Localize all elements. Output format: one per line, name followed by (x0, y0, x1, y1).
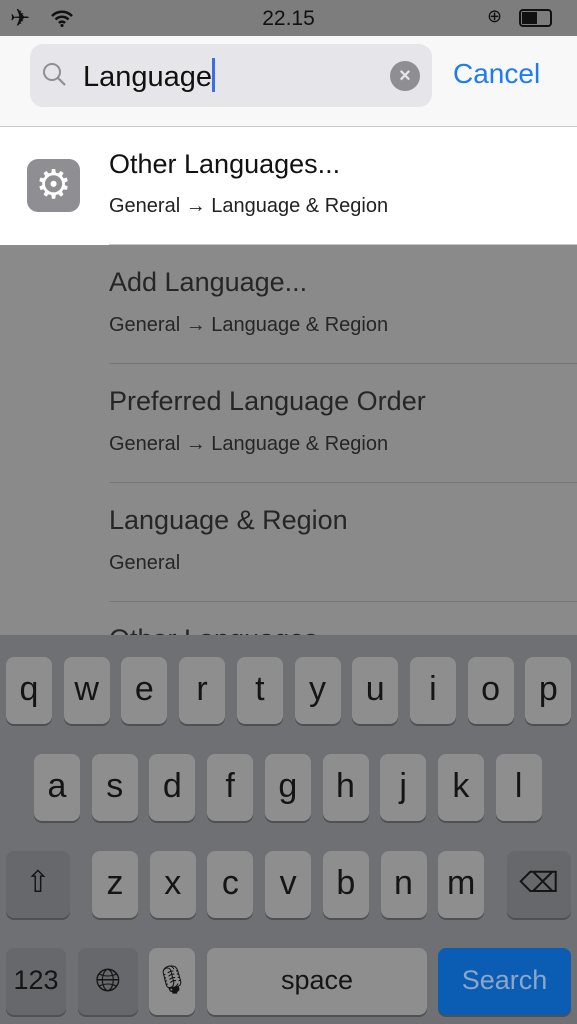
search-header: Language × Cancel (0, 36, 577, 127)
key-w[interactable]: w (63, 657, 110, 724)
key-r[interactable]: r (179, 657, 226, 724)
key-l[interactable]: l (495, 754, 542, 821)
key-h[interactable]: h (322, 754, 369, 821)
key-k[interactable]: k (437, 754, 484, 821)
result-title: Add Language... (109, 267, 308, 297)
key-b[interactable]: b (322, 851, 369, 918)
microphone-icon[interactable]: 🎙︎ (149, 948, 195, 1015)
search-icon (43, 63, 66, 86)
key-z[interactable]: z (92, 851, 138, 918)
key-f[interactable]: f (207, 754, 254, 821)
search-input[interactable]: Language × (30, 44, 432, 107)
key-i[interactable]: i (409, 657, 456, 724)
key-p[interactable]: p (525, 657, 572, 724)
clear-icon[interactable]: × (390, 61, 420, 91)
result-path: General → Language & Region (109, 195, 389, 217)
key-g[interactable]: g (264, 754, 311, 821)
result-title: Language & Region (109, 505, 348, 535)
key-y[interactable]: y (294, 657, 341, 724)
result-title: Other Languages... (109, 149, 341, 179)
cancel-button[interactable]: Cancel (453, 58, 540, 90)
delete-key[interactable]: ⌫ (507, 851, 571, 918)
text-caret (212, 58, 216, 92)
search-query: Language (83, 61, 213, 93)
key-v[interactable]: v (265, 851, 312, 918)
result-title: Preferred Language Order (109, 386, 426, 416)
key-d[interactable]: d (149, 754, 196, 821)
status-bar: ✈ 22.15 ⊕ (0, 0, 577, 36)
key-q[interactable]: q (6, 657, 52, 724)
key-u[interactable]: u (352, 657, 399, 724)
key-j[interactable]: j (380, 754, 427, 821)
shift-key[interactable]: ⇧ (6, 851, 70, 918)
settings-gear-icon: ⚙ (27, 159, 80, 212)
result-path: General → Language & Region (109, 433, 389, 455)
space-key[interactable]: space (207, 948, 427, 1015)
search-result[interactable]: Language & Region General (0, 483, 577, 602)
result-path: General (109, 552, 181, 574)
key-x[interactable]: x (149, 851, 196, 918)
result-path: General → Language & Region (109, 314, 389, 336)
key-t[interactable]: t (236, 657, 283, 724)
search-result[interactable]: ⚙ Other Languages... General → Language … (0, 127, 577, 245)
key-m[interactable]: m (438, 851, 485, 918)
keyboard: qwertyuiop asdfghjkl zxcvbnm ⇧ ⌫ 123 🌐︎ 🎙︎… (0, 635, 577, 1024)
key-o[interactable]: o (467, 657, 514, 724)
key-e[interactable]: e (121, 657, 168, 724)
key-c[interactable]: c (207, 851, 254, 918)
key-a[interactable]: a (34, 754, 80, 821)
key-n[interactable]: n (380, 851, 427, 918)
numbers-key[interactable]: 123 (6, 948, 66, 1015)
search-result[interactable]: Preferred Language Order General → Langu… (0, 364, 577, 483)
key-s[interactable]: s (91, 754, 138, 821)
rotation-lock-icon: ⊕ (487, 6, 503, 26)
search-result[interactable]: Add Language... General → Language & Reg… (0, 245, 577, 364)
globe-icon[interactable]: 🌐︎ (78, 948, 138, 1015)
battery-icon (519, 9, 552, 27)
search-key[interactable]: Search (438, 948, 571, 1015)
